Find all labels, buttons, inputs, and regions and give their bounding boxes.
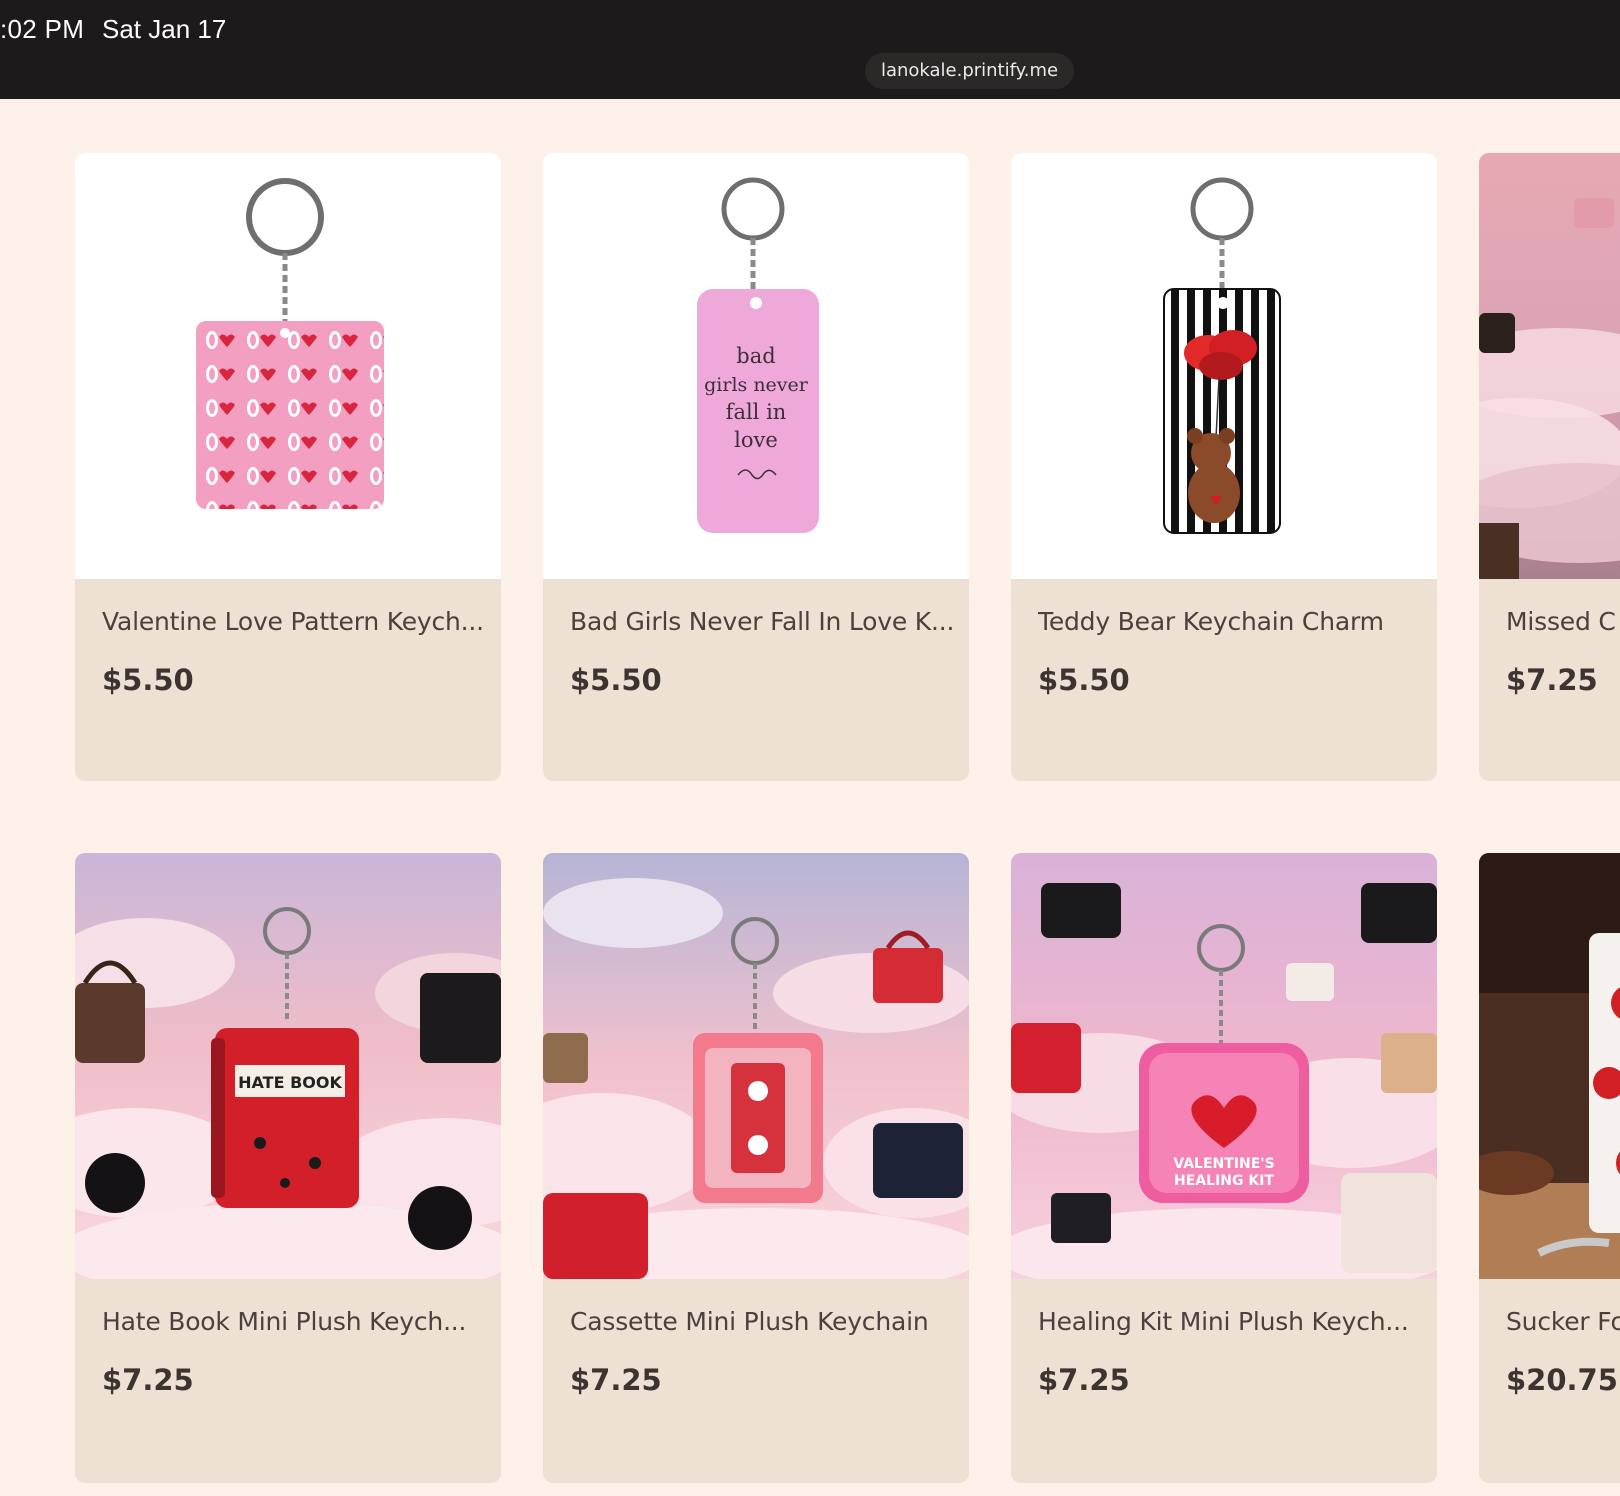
product-price: $7.25 [1506,663,1598,697]
product-card-sucker[interactable]: Sucker Fo $20.75 [1479,853,1620,1483]
product-image[interactable] [1479,853,1620,1279]
product-title[interactable]: Healing Kit Mini Plush Keych... [1038,1307,1428,1336]
product-price: $5.50 [1038,663,1130,697]
status-date: Sat Jan 17 [102,14,227,44]
keychain-love-pattern-icon [75,153,501,579]
image-text: fall in [726,400,787,424]
product-card-valentine-love-pattern[interactable]: Valentine Love Pattern Keych... $5.50 [75,153,501,781]
image-text: VALENTINE'S [1173,1156,1274,1172]
cassette-keychain-icon [543,853,969,1279]
product-card-healing-kit[interactable]: VALENTINE'S HEALING KIT Healing Kit Mini… [1011,853,1437,1483]
image-text: bad [736,344,775,368]
product-price: $5.50 [570,663,662,697]
product-title[interactable]: Cassette Mini Plush Keychain [570,1307,960,1336]
hate-book-keychain-icon: HATE BOOK [75,853,501,1279]
product-price: $7.25 [102,1363,194,1397]
product-title[interactable]: Missed C [1506,607,1620,636]
mug-photo-icon [1479,853,1620,1279]
product-image[interactable] [1479,153,1620,579]
product-title[interactable]: Hate Book Mini Plush Keych... [102,1307,492,1336]
product-title[interactable]: Valentine Love Pattern Keych... [102,607,492,636]
keychain-teddy-bear-icon [1011,153,1437,579]
product-card-hate-book[interactable]: HATE BOOK Hate Book Mini Plush Keych... … [75,853,501,1483]
product-image[interactable] [75,153,501,579]
product-card-teddy-bear[interactable]: Teddy Bear Keychain Charm $5.50 [1011,153,1437,781]
image-text: girls never [704,374,809,396]
product-image[interactable] [543,853,969,1279]
product-price: $7.25 [570,1363,662,1397]
product-image[interactable]: VALENTINE'S HEALING KIT [1011,853,1437,1279]
product-card-bad-girls[interactable]: bad girls never fall in love Bad Girls N… [543,153,969,781]
healing-kit-keychain-icon: VALENTINE'S HEALING KIT [1011,853,1437,1279]
image-text: love [734,428,778,452]
product-price: $7.25 [1038,1363,1130,1397]
product-title[interactable]: Teddy Bear Keychain Charm [1038,607,1428,636]
clouds-handbags-icon [1479,153,1620,579]
product-image[interactable]: HATE BOOK [75,853,501,1279]
product-title[interactable]: Sucker Fo [1506,1307,1620,1336]
product-title[interactable]: Bad Girls Never Fall In Love K... [570,607,960,636]
product-image[interactable] [1011,153,1437,579]
url-bar[interactable]: lanokale.printify.me [865,53,1074,89]
product-image[interactable]: bad girls never fall in love [543,153,969,579]
status-time: :02 PM [0,14,85,44]
keychain-bad-girls-icon: bad girls never fall in love [543,153,969,579]
product-card-missed[interactable]: Missed C $7.25 [1479,153,1620,781]
status-bar: :02 PM Sat Jan 17 lanokale.printify.me [0,0,1620,99]
product-price: $20.75 [1506,1363,1618,1397]
product-price: $5.50 [102,663,194,697]
image-text: HATE BOOK [238,1073,342,1092]
product-grid: Valentine Love Pattern Keych... $5.50 ba… [0,99,1620,1496]
product-card-cassette[interactable]: Cassette Mini Plush Keychain $7.25 [543,853,969,1483]
image-text: HEALING KIT [1174,1173,1274,1189]
